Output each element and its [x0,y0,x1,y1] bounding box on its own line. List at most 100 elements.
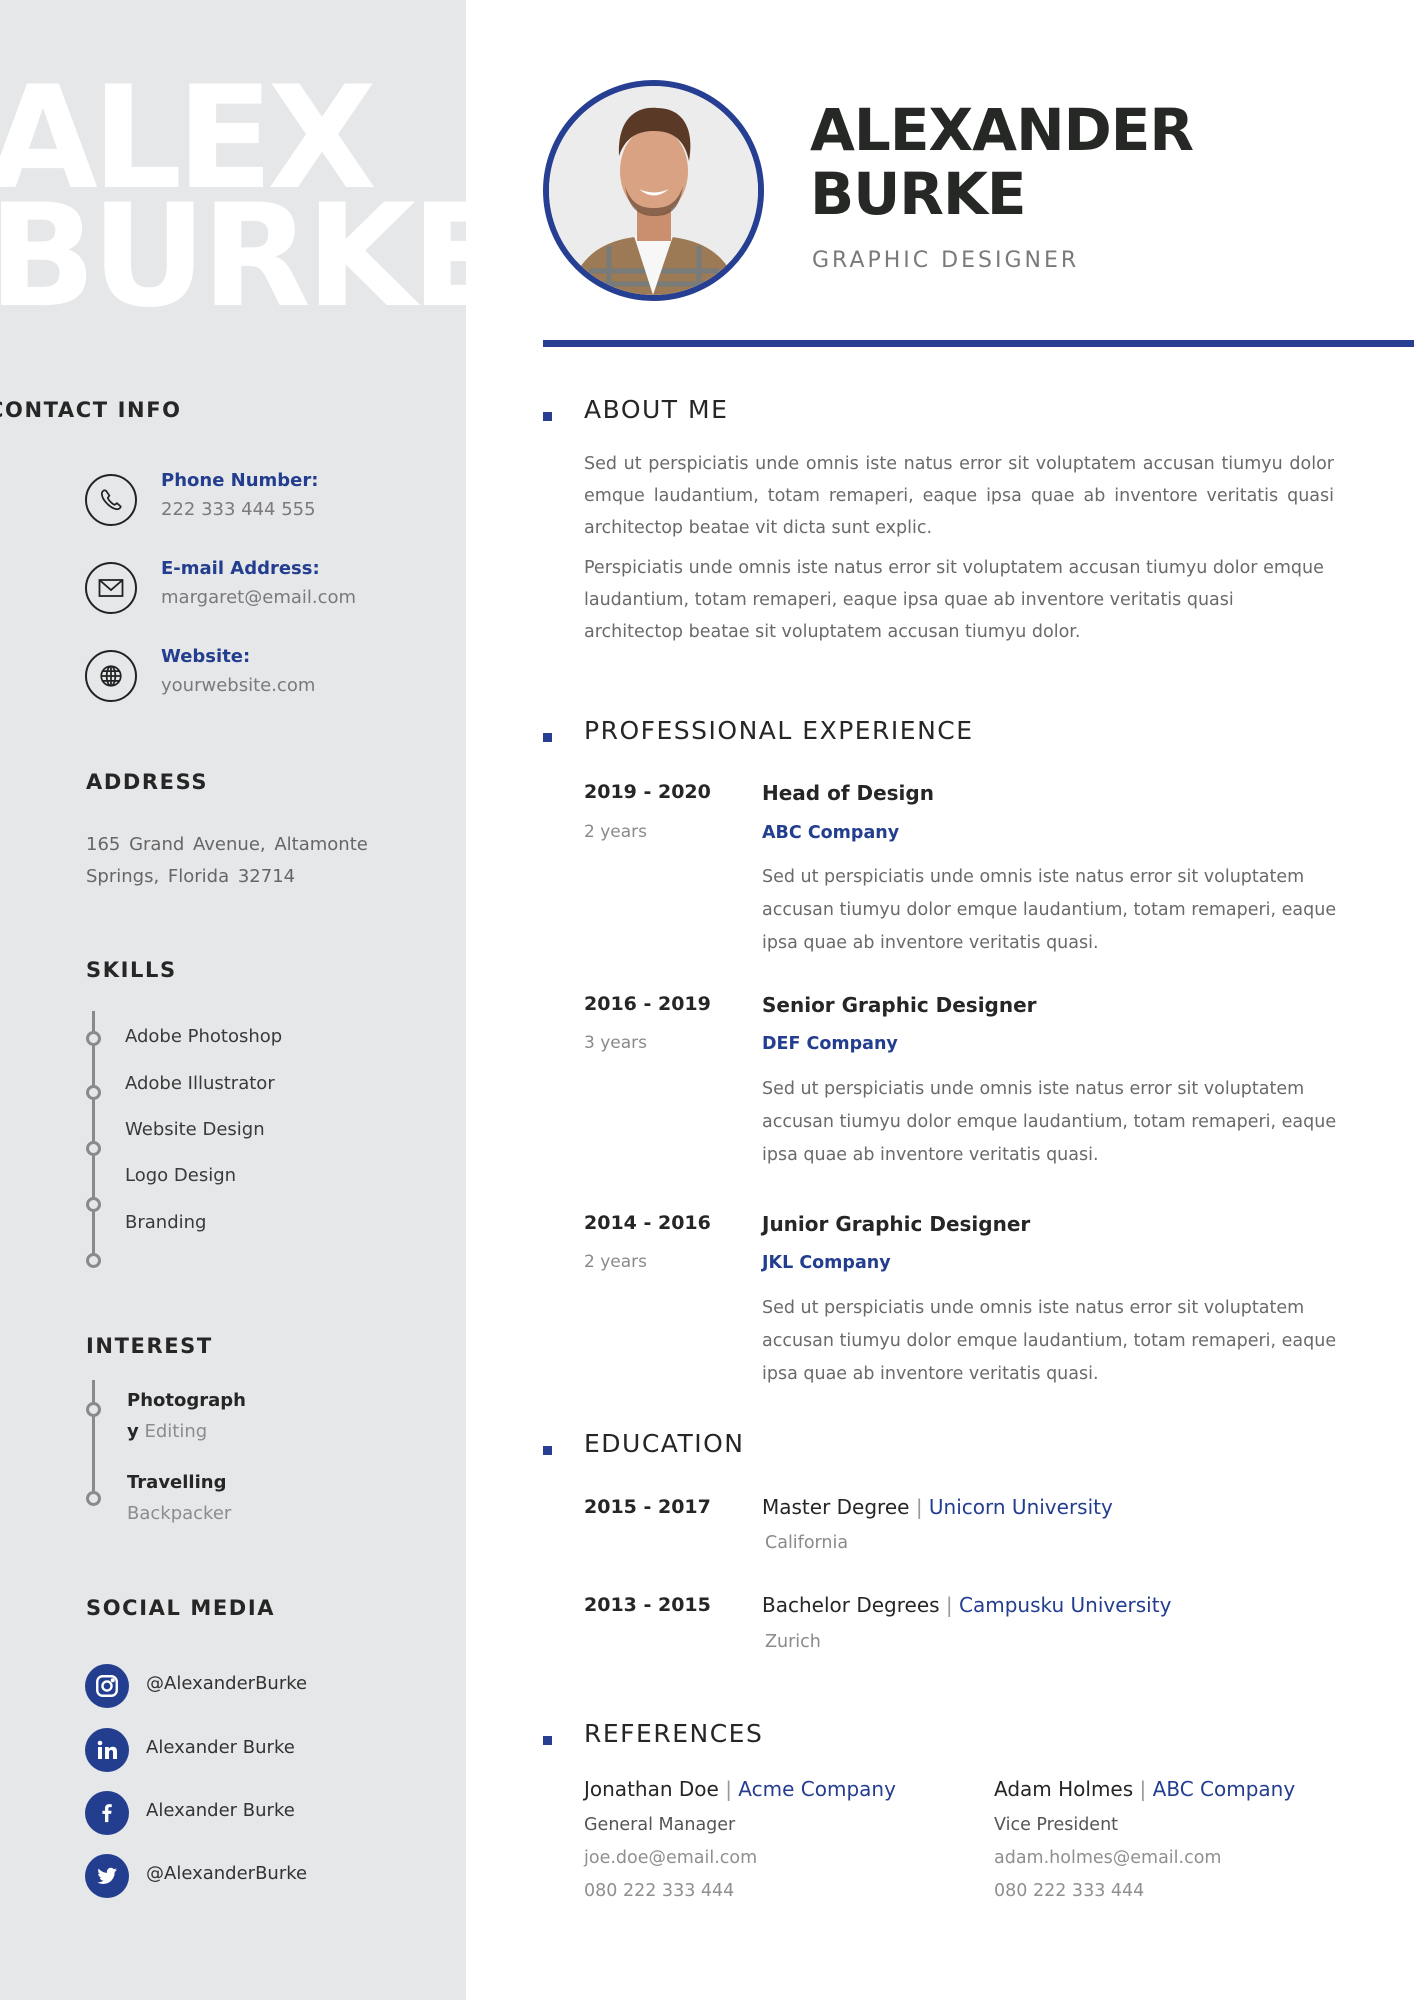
title-first-name: ALEXANDER [810,96,1194,164]
section-marker [543,1446,552,1455]
separator: | [1139,1777,1147,1801]
reference-company: ABC Company [1152,1777,1296,1801]
header-divider [543,340,1414,347]
reference-email[interactable]: adam.holmes@email.com [994,1848,1394,1881]
instagram-icon [85,1664,129,1708]
background-name-last: BURKE [0,174,466,339]
section-marker [543,1736,552,1745]
reference-item: Adam Holmes | ABC Company Vice President… [994,1777,1394,1914]
experience-title: Junior Graphic Designer [762,1212,1031,1236]
website-value[interactable]: yourwebsite.com [161,675,315,696]
education-degree-line: Bachelor Degrees | Campusku University [762,1593,1171,1617]
page-title: ALEXANDER BURKE [810,96,1194,228]
about-paragraph: Perspiciatis unde omnis iste natus error… [584,558,1324,642]
contact-info-heading: CONTACT INFO [0,398,182,422]
experience-company: ABC Company [762,823,900,843]
social-media-heading: SOCIAL MEDIA [86,1596,276,1620]
reference-role: Vice President [994,1815,1119,1835]
experience-years: 2019 - 2020 [584,781,711,803]
facebook-icon [85,1791,129,1835]
education-university: Unicorn University [928,1495,1113,1519]
separator: | [915,1495,923,1519]
email-label: E-mail Address: [161,558,320,579]
email-value[interactable]: margaret@email.com [161,587,356,608]
skills-timeline [92,1011,95,1261]
education-university: Campusku University [959,1593,1172,1617]
reference-phone[interactable]: 080 222 333 444 [994,1881,1394,1914]
reference-header: Jonathan Doe | Acme Company [584,1777,984,1811]
skill-item: Website Design [125,1119,265,1140]
section-marker [543,412,552,421]
reference-company: Acme Company [738,1777,896,1801]
reference-item: Jonathan Doe | Acme Company General Mana… [584,1777,984,1914]
reference-email[interactable]: joe.doe@email.com [584,1848,984,1881]
job-title: GRAPHIC DESIGNER [812,248,1080,273]
experience-description: Sed ut perspiciatis unde omnis iste natu… [762,867,1337,953]
skills-heading: SKILLS [86,958,177,982]
education-years: 2013 - 2015 [584,1594,711,1616]
social-handle: @AlexanderBurke [146,1673,308,1694]
social-handle: @AlexanderBurke [146,1863,308,1884]
education-location: California [765,1533,849,1553]
interest-timeline [92,1380,95,1500]
globe-icon [85,650,137,702]
about-heading: ABOUT ME [584,395,729,424]
website-label: Website: [161,646,251,667]
skill-item: Logo Design [125,1165,237,1186]
reference-name: Jonathan Doe [584,1777,719,1801]
person-avatar-icon [549,86,758,295]
about-paragraph: Sed ut perspiciatis unde omnis iste natu… [584,454,1334,538]
interest-title-wrap: y [127,1421,139,1442]
social-linkedin[interactable]: Alexander Burke [85,1728,445,1772]
title-last-name: BURKE [810,160,1027,228]
phone-label: Phone Number: [161,470,319,491]
experience-company: JKL Company [762,1253,891,1273]
mail-icon [85,562,137,614]
references-heading: REFERENCES [584,1719,764,1748]
interest-sub-text: Editing [144,1421,208,1442]
phone-value[interactable]: 222 333 444 555 [161,499,316,520]
experience-years: 2016 - 2019 [584,993,711,1015]
profile-photo [543,80,764,301]
contact-website: Website: yourwebsite.com [85,646,445,706]
timeline-dot [86,1402,101,1417]
address-text: 165 Grand Avenue, Altamonte Springs, Flo… [86,834,368,887]
linkedin-icon [85,1728,129,1772]
skill-item: Adobe Photoshop [125,1026,283,1047]
education-years: 2015 - 2017 [584,1496,711,1518]
interest-sub: Backpacker [127,1503,232,1524]
education-heading: EDUCATION [584,1429,745,1458]
timeline-dot [86,1085,101,1100]
interest-heading: INTEREST [86,1334,213,1358]
address-heading: ADDRESS [86,770,209,794]
social-twitter[interactable]: @AlexanderBurke [85,1854,445,1898]
interest-title: Travelling [127,1472,227,1493]
experience-years: 2014 - 2016 [584,1212,711,1234]
skill-item: Branding [125,1212,207,1233]
experience-description: Sed ut perspiciatis unde omnis iste natu… [762,1079,1337,1165]
experience-duration: 2 years [584,822,648,842]
reference-phone[interactable]: 080 222 333 444 [584,1881,984,1914]
sidebar: ALEX BURKE CONTACT INFO Phone Number: 22… [0,0,466,2000]
experience-description: Sed ut perspiciatis unde omnis iste natu… [762,1298,1337,1384]
timeline-dot [86,1491,101,1506]
contact-email: E-mail Address: margaret@email.com [85,558,445,618]
interest-title: Photograph [127,1390,246,1411]
experience-duration: 2 years [584,1252,648,1272]
experience-heading: PROFESSIONAL EXPERIENCE [584,716,974,745]
timeline-dot [86,1197,101,1212]
timeline-dot [86,1031,101,1046]
timeline-dot [86,1141,101,1156]
phone-icon [85,474,137,526]
social-handle: Alexander Burke [146,1800,295,1821]
section-marker [543,733,552,742]
social-facebook[interactable]: Alexander Burke [85,1791,445,1835]
social-instagram[interactable]: @AlexanderBurke [85,1664,445,1708]
separator: | [945,1593,953,1617]
experience-title: Senior Graphic Designer [762,993,1037,1017]
separator: | [725,1777,732,1801]
twitter-icon [85,1854,129,1898]
experience-company: DEF Company [762,1034,898,1054]
experience-duration: 3 years [584,1033,648,1053]
skill-item: Adobe Illustrator [125,1073,275,1094]
